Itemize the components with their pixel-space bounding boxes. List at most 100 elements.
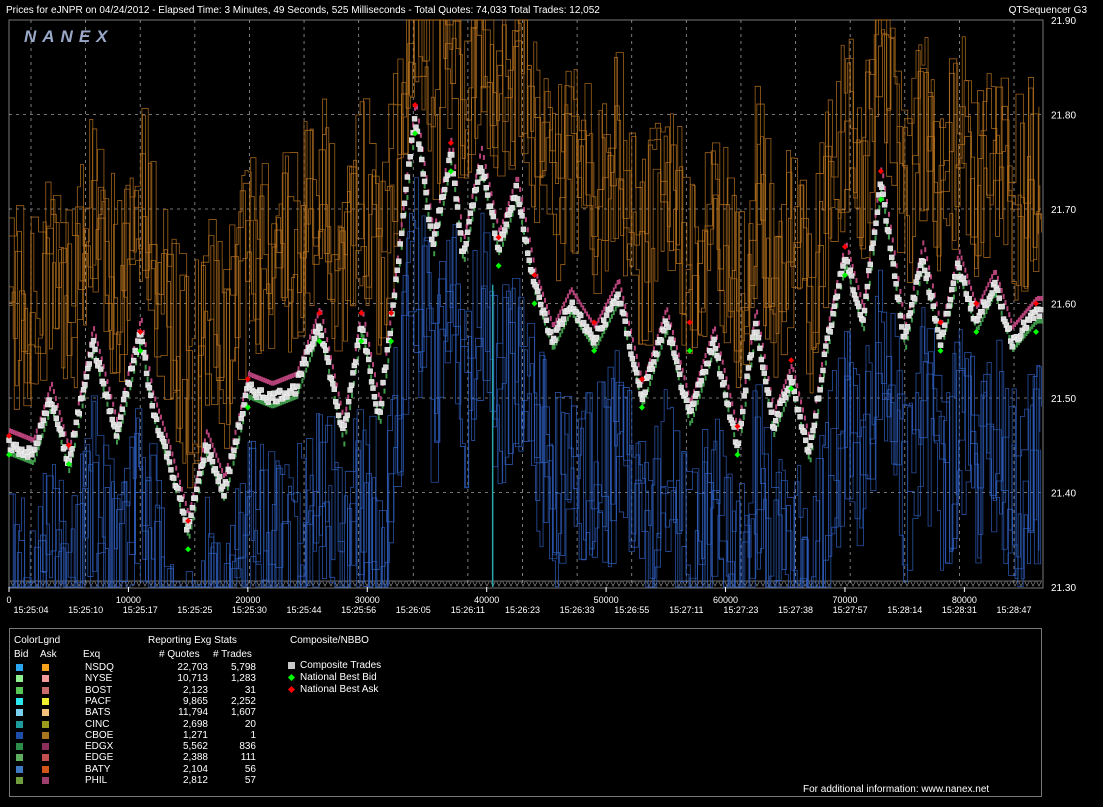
trade-marker: [365, 356, 372, 363]
ask-band-mark: [482, 154, 485, 160]
trade-marker: [40, 417, 47, 424]
ask-band-mark: [54, 395, 57, 401]
trade-marker: [675, 364, 681, 371]
bid-band-mark: [98, 371, 101, 377]
trade-marker: [231, 447, 237, 453]
ask-band-mark: [901, 301, 904, 307]
bid-band-mark: [131, 377, 134, 383]
bid-band-mark: [343, 441, 346, 447]
trade-marker: [633, 370, 640, 376]
ask-band-mark: [324, 328, 327, 334]
ask-band-mark: [754, 313, 757, 319]
bid-band-mark: [733, 432, 736, 438]
trade-marker: [80, 387, 87, 393]
bid-band-mark: [696, 399, 699, 405]
ask-band-mark: [58, 410, 61, 416]
ask-color-swatch: [42, 777, 49, 784]
trade-marker: [149, 403, 156, 409]
ask-band-mark: [542, 291, 545, 297]
ask-band-mark: [400, 222, 403, 228]
trade-marker: [578, 312, 584, 319]
trade-marker: [345, 399, 352, 405]
trade-marker: [224, 481, 230, 487]
trade-marker: [916, 270, 922, 277]
trade-marker: [408, 137, 415, 143]
bid-band-mark: [31, 459, 34, 465]
ask-band-mark: [505, 207, 508, 213]
trade-marker: [53, 415, 59, 421]
bid-color-swatch: [16, 664, 23, 671]
ask-band-mark: [511, 188, 514, 194]
ask-band-mark: [490, 191, 493, 197]
exchange-quotes: 2,812: [182, 775, 208, 786]
ask-band-mark: [544, 297, 547, 303]
bid-band-mark: [874, 235, 877, 241]
trade-marker: [740, 408, 746, 415]
ask-band-mark: [559, 309, 562, 315]
trade-marker: [883, 218, 889, 224]
ask-band-mark: [803, 415, 806, 421]
trade-marker: [924, 271, 931, 278]
trade-marker: [547, 329, 554, 335]
ask-band-mark: [180, 486, 183, 492]
ask-band-mark: [1019, 315, 1022, 321]
exchange-trades: 1,283: [230, 673, 256, 685]
trade-marker: [954, 260, 961, 267]
bid-band-mark: [614, 306, 617, 312]
trade-marker: [119, 406, 125, 412]
trade-marker: [930, 303, 937, 309]
trade-marker: [621, 310, 627, 317]
bid-band-mark: [60, 439, 63, 445]
ask-band-mark: [847, 249, 850, 255]
ask-band-mark: [668, 314, 671, 320]
ask-band-mark: [589, 317, 592, 323]
ask-band-mark: [685, 382, 688, 388]
ask-band-mark: [765, 364, 768, 370]
trade-marker: [292, 391, 299, 397]
trade-marker: [722, 392, 729, 398]
ask-band-mark: [454, 164, 457, 170]
trade-marker: [454, 204, 461, 210]
ask-band-mark: [891, 237, 894, 243]
ask-color-swatch: [42, 675, 49, 683]
ask-band-mark: [1002, 294, 1005, 300]
ask-band-mark: [60, 417, 63, 423]
ask-band-mark: [805, 423, 808, 429]
trade-marker: [615, 291, 621, 297]
x-tick-label: 0: [6, 595, 11, 605]
trade-marker: [519, 213, 525, 219]
exchange-quotes: 11,794: [178, 707, 208, 719]
trade-marker: [1018, 333, 1024, 339]
trade-marker: [85, 365, 91, 372]
bid-band-mark: [878, 205, 881, 211]
ask-band-mark: [18, 432, 21, 438]
ask-band-mark: [205, 429, 208, 435]
trade-marker: [302, 360, 309, 367]
ask-band-mark: [91, 331, 94, 337]
exchange-name: PACF: [85, 695, 111, 707]
trade-marker: [960, 275, 967, 281]
y-tick-label: 21.60: [1051, 300, 1076, 311]
ask-band-mark: [314, 318, 317, 324]
bid-band-mark: [985, 308, 988, 314]
composite-item-label: Composite Trades: [300, 660, 382, 671]
trade-marker: [396, 258, 402, 264]
bid-band-mark: [501, 241, 504, 247]
ask-band-mark: [167, 438, 170, 444]
trade-marker: [367, 368, 373, 374]
trade-marker: [370, 385, 376, 391]
ask-band-mark: [209, 437, 212, 443]
ask-band-mark: [712, 328, 715, 334]
ask-band-mark: [9, 428, 11, 434]
ask-band-mark: [882, 173, 885, 179]
ask-band-mark: [98, 348, 101, 354]
bid-band-mark: [895, 285, 898, 291]
trade-marker: [942, 322, 948, 328]
ask-band-mark: [605, 302, 608, 308]
bid-band-mark: [1023, 333, 1026, 339]
ask-band-mark: [184, 500, 187, 506]
trade-marker: [768, 409, 775, 415]
trade-marker: [543, 317, 550, 323]
trade-marker: [811, 422, 818, 429]
ask-band-mark: [607, 298, 610, 304]
